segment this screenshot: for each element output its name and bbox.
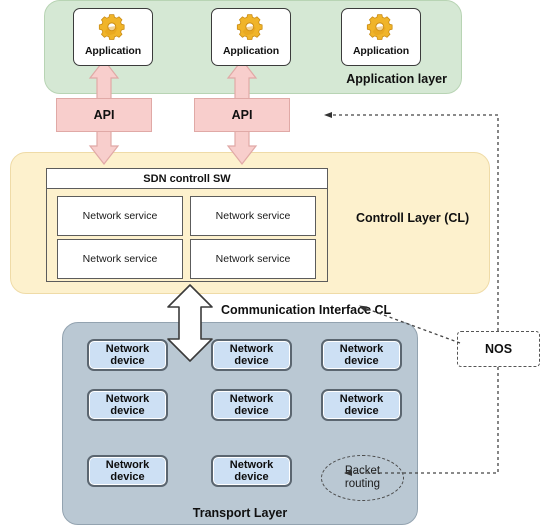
gear-icon xyxy=(236,14,263,40)
network-device-3[interactable]: Network device xyxy=(321,339,402,371)
diagram-canvas: Application layer Application Applicatio… xyxy=(0,0,550,532)
application-box-label: Application xyxy=(352,45,410,57)
network-device-line1: Network xyxy=(229,342,274,355)
network-device-line2: device xyxy=(344,355,379,367)
network-service-2[interactable]: Network service xyxy=(190,196,316,236)
application-box-label: Application xyxy=(84,45,142,57)
application-layer-label: Application layer xyxy=(346,72,447,86)
communication-interface-label: Communication Interface CL xyxy=(221,303,392,317)
application-box-1[interactable]: Application xyxy=(73,8,153,66)
network-device-8[interactable]: Network device xyxy=(211,455,292,487)
nos-box[interactable]: NOS xyxy=(457,331,540,367)
network-device-line1: Network xyxy=(339,342,384,355)
api-box-left[interactable]: API xyxy=(56,98,152,132)
network-device-line2: device xyxy=(234,471,269,483)
network-device-4[interactable]: Network device xyxy=(87,389,168,421)
network-device-line1: Network xyxy=(339,392,384,405)
gear-icon xyxy=(366,14,393,40)
application-box-label: Application xyxy=(222,45,280,57)
network-device-line2: device xyxy=(344,405,379,417)
network-device-line2: device xyxy=(234,355,269,367)
application-box-2[interactable]: Application xyxy=(211,8,291,66)
packet-routing-node[interactable]: Packet routing xyxy=(321,455,404,501)
network-device-line1: Network xyxy=(229,458,274,471)
api-box-right[interactable]: API xyxy=(194,98,290,132)
network-service-3[interactable]: Network service xyxy=(57,239,183,279)
network-device-line1: Network xyxy=(105,342,150,355)
network-device-6[interactable]: Network device xyxy=(321,389,402,421)
packet-routing-line2: routing xyxy=(344,478,381,490)
sdn-controll-sw: SDN controll SW Network service Network … xyxy=(46,168,328,282)
network-device-2[interactable]: Network device xyxy=(211,339,292,371)
network-device-line2: device xyxy=(110,471,145,483)
network-device-5[interactable]: Network device xyxy=(211,389,292,421)
network-service-4[interactable]: Network service xyxy=(190,239,316,279)
network-service-1[interactable]: Network service xyxy=(57,196,183,236)
network-device-line1: Network xyxy=(229,392,274,405)
network-device-line2: device xyxy=(110,405,145,417)
network-device-line1: Network xyxy=(105,392,150,405)
application-box-3[interactable]: Application xyxy=(341,8,421,66)
packet-routing-line1: Packet xyxy=(344,465,381,477)
control-layer: SDN controll SW Network service Network … xyxy=(10,152,490,294)
transport-layer-label: Transport Layer xyxy=(192,506,288,520)
network-device-7[interactable]: Network device xyxy=(87,455,168,487)
transport-layer: Network device Network device Network de… xyxy=(62,322,418,525)
network-device-1[interactable]: Network device xyxy=(87,339,168,371)
gear-icon xyxy=(98,14,125,40)
network-device-line2: device xyxy=(234,405,269,417)
control-layer-label: Controll Layer (CL) xyxy=(356,211,470,225)
network-device-line2: device xyxy=(110,355,145,367)
network-device-line1: Network xyxy=(105,458,150,471)
sdn-controll-sw-header: SDN controll SW xyxy=(47,169,327,189)
